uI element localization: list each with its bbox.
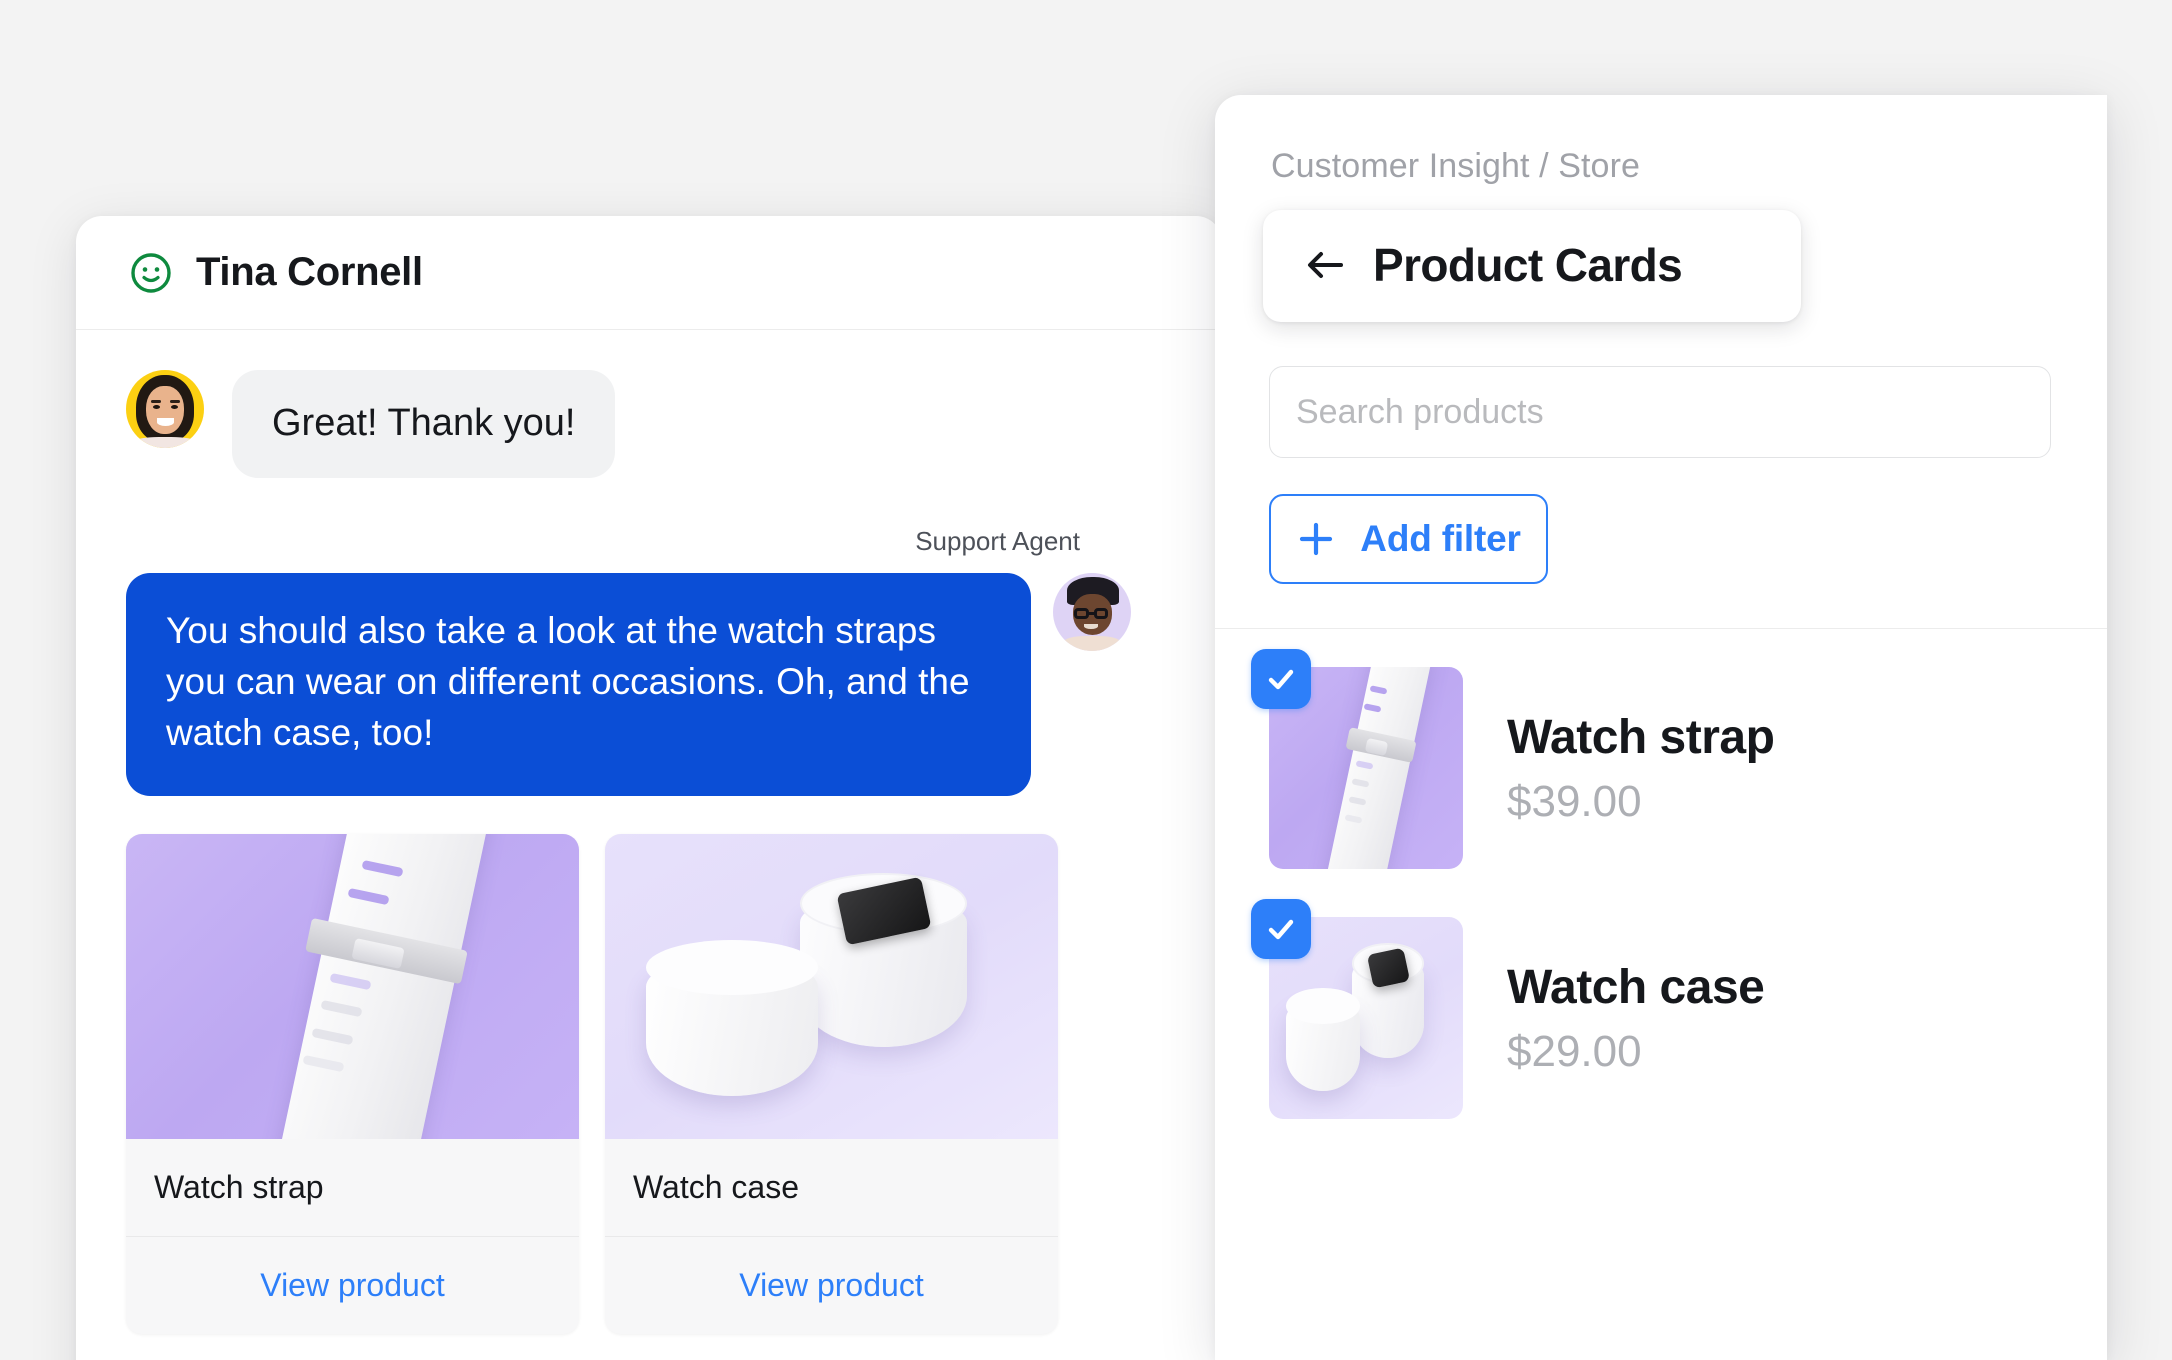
product-info: Watch case $29.00 bbox=[1507, 960, 1765, 1077]
product-checkbox[interactable] bbox=[1251, 899, 1311, 959]
view-product-link[interactable]: View product bbox=[126, 1237, 579, 1334]
agent-message-bubble: You should also take a look at the watch… bbox=[126, 572, 1031, 796]
product-name: Watch case bbox=[1507, 960, 1765, 1014]
product-list: Watch strap $39.00 Watch case $29.00 bbox=[1215, 629, 2107, 1119]
product-name: Watch strap bbox=[1507, 710, 1775, 764]
customer-message-bubble: Great! Thank you! bbox=[232, 370, 616, 478]
product-cards-panel: Customer Insight / Store Product Cards A… bbox=[1215, 95, 2107, 1360]
page-title: Product Cards bbox=[1373, 239, 1683, 291]
arrow-left-icon[interactable] bbox=[1303, 245, 1347, 285]
add-filter-label: Add filter bbox=[1360, 518, 1521, 559]
product-info: Watch strap $39.00 bbox=[1507, 710, 1775, 827]
plus-icon bbox=[1296, 519, 1336, 559]
chat-window: Tina Cornell Great! Thank you! Support A… bbox=[76, 216, 1222, 1360]
watch-case-photo bbox=[605, 833, 1058, 1139]
chat-product-card[interactable]: Watch case View product bbox=[605, 833, 1058, 1334]
chat-product-card-name: Watch case bbox=[605, 1139, 1058, 1237]
view-product-link[interactable]: View product bbox=[605, 1237, 1058, 1334]
chat-header: Tina Cornell bbox=[76, 216, 1222, 330]
add-filter-button[interactable]: Add filter bbox=[1269, 494, 1548, 584]
chat-message-customer: Great! Thank you! bbox=[126, 370, 1172, 478]
product-list-item[interactable]: Watch strap $39.00 bbox=[1215, 649, 2107, 869]
customer-avatar bbox=[126, 370, 204, 448]
product-checkbox[interactable] bbox=[1251, 649, 1311, 709]
chat-product-card-name: Watch strap bbox=[126, 1139, 579, 1237]
chat-message-list: Great! Thank you! Support Agent You shou… bbox=[76, 330, 1222, 1334]
panel-title-card[interactable]: Product Cards bbox=[1263, 210, 1801, 322]
chat-product-card[interactable]: Watch strap View product bbox=[126, 833, 579, 1334]
chat-contact-name: Tina Cornell bbox=[196, 250, 423, 294]
agent-sender-label: Support Agent bbox=[915, 525, 1080, 556]
product-price: $39.00 bbox=[1507, 776, 1642, 826]
chat-product-cards: Watch strap View product Watch case View… bbox=[126, 833, 1172, 1334]
chat-message-agent: Support Agent You should also take a loo… bbox=[126, 526, 1172, 796]
search-input[interactable] bbox=[1296, 392, 2024, 432]
product-list-item[interactable]: Watch case $29.00 bbox=[1215, 899, 2107, 1119]
product-price: $29.00 bbox=[1507, 1026, 1642, 1076]
search-products-field[interactable] bbox=[1269, 366, 2051, 458]
check-icon bbox=[1268, 919, 1294, 940]
breadcrumb[interactable]: Customer Insight / Store bbox=[1215, 95, 2107, 186]
screen: Tina Cornell Great! Thank you! Support A… bbox=[0, 0, 2172, 1360]
smiley-face-icon bbox=[129, 251, 173, 295]
watch-strap-photo bbox=[126, 833, 579, 1139]
check-icon bbox=[1268, 669, 1294, 690]
agent-avatar bbox=[1053, 572, 1131, 651]
